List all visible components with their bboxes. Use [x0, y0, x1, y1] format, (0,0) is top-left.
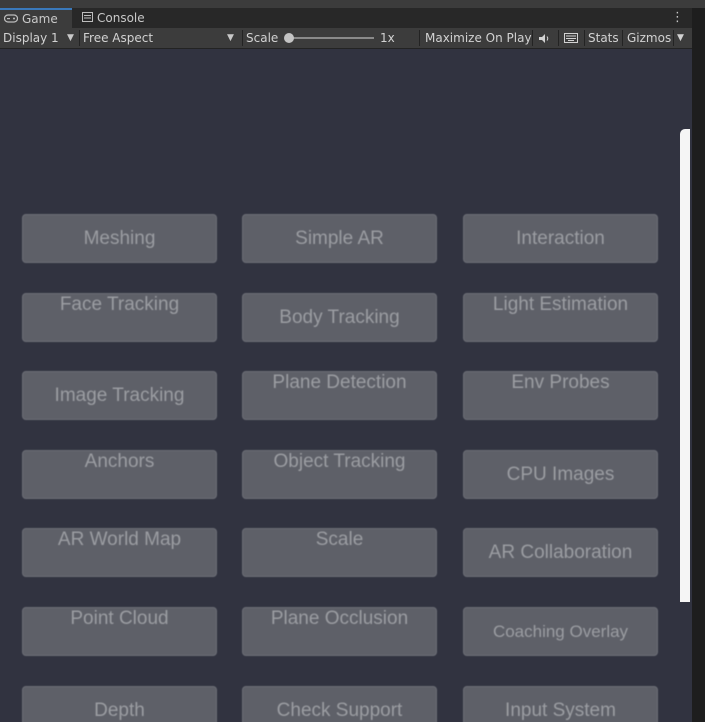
sample-button-image-tracking[interactable]: Image Tracking: [22, 371, 217, 420]
sample-button-check-support[interactable]: Check Support: [242, 686, 437, 722]
sample-button-label: Meshing: [83, 228, 156, 249]
sample-button-label: Depth: [94, 700, 145, 721]
sample-button-env-probes[interactable]: Env Probes: [463, 371, 658, 420]
sample-button-label: CPU Images: [506, 464, 615, 485]
chevron-down-icon: ▼: [227, 33, 234, 43]
sample-button-input-system[interactable]: Input System: [463, 686, 658, 722]
sample-button-object-tracking[interactable]: Object Tracking: [242, 450, 437, 499]
scale-label: Scale: [246, 31, 279, 45]
sample-button-label: Face Tracking: [59, 294, 180, 315]
sample-button-label: Plane Detection: [272, 372, 407, 393]
divider: [242, 30, 243, 46]
sample-button-point-cloud[interactable]: Point Cloud: [22, 607, 217, 656]
scale-slider-track[interactable]: [288, 37, 374, 39]
vertical-scrollbar[interactable]: [680, 129, 690, 602]
sample-button-label: Light Estimation: [492, 294, 629, 315]
gizmos-toggle[interactable]: Gizmos: [627, 28, 671, 48]
sample-button-label: AR Collaboration: [488, 542, 633, 563]
sample-button-light-estimation[interactable]: Light Estimation: [463, 293, 658, 342]
sample-button-label: Plane Occlusion: [270, 608, 409, 629]
keyboard-icon[interactable]: [564, 28, 580, 48]
tab-bar: Game Console ⋮: [0, 8, 692, 28]
sample-button-label: Body Tracking: [279, 307, 400, 328]
scale-value: 1x: [380, 31, 395, 45]
gizmos-dropdown-chevron-icon[interactable]: ▼: [677, 28, 684, 48]
divider: [622, 30, 623, 46]
sample-button-label: Env Probes: [511, 372, 610, 393]
game-viewport[interactable]: Meshing Simple AR Interaction Face Tracking…: [0, 49, 692, 722]
sample-button-anchors[interactable]: Anchors: [22, 450, 217, 499]
divider: [419, 30, 420, 46]
sample-button-face-tracking[interactable]: Face Tracking: [22, 293, 217, 342]
divider: [558, 30, 559, 46]
tab-console[interactable]: Console: [82, 8, 145, 28]
sample-button-scale[interactable]: Scale: [242, 528, 437, 577]
sample-button-label: Simple AR: [295, 228, 384, 249]
sample-button-ar-collaboration[interactable]: AR Collaboration: [463, 528, 658, 577]
sample-button-simple-ar[interactable]: Simple AR: [242, 214, 437, 263]
sample-button-interaction[interactable]: Interaction: [463, 214, 658, 263]
chevron-down-icon: ▼: [67, 33, 74, 43]
divider: [584, 30, 585, 46]
divider: [673, 30, 674, 46]
divider: [532, 30, 533, 46]
sample-button-label: Input System: [505, 700, 616, 721]
aspect-dropdown[interactable]: Free Aspect ▼: [83, 28, 241, 48]
sample-button-label: Scale: [315, 529, 364, 550]
display-dropdown-label: Display 1: [3, 31, 59, 45]
more-options-icon[interactable]: ⋮: [671, 10, 684, 25]
sample-button-label: Image Tracking: [54, 385, 185, 406]
sample-button-label: AR World Map: [57, 529, 182, 550]
window-right-edge: [692, 8, 705, 722]
scale-slider-thumb[interactable]: [284, 33, 294, 43]
sample-button-depth[interactable]: Depth: [22, 686, 217, 722]
display-dropdown[interactable]: Display 1 ▼: [3, 28, 77, 48]
sample-button-label: Anchors: [84, 451, 155, 472]
maximize-on-play-toggle[interactable]: Maximize On Play: [425, 28, 532, 48]
sample-button-label: Object Tracking: [273, 451, 406, 472]
tab-console-label: Console: [97, 11, 145, 25]
sample-button-cpu-images[interactable]: CPU Images: [463, 450, 658, 499]
sample-button-label: Check Support: [276, 700, 403, 721]
sample-button-label: Interaction: [516, 228, 605, 249]
divider: [79, 30, 80, 46]
sample-button-meshing[interactable]: Meshing: [22, 214, 217, 263]
tab-game-label: Game: [22, 12, 58, 26]
aspect-dropdown-label: Free Aspect: [83, 31, 154, 45]
sample-button-plane-detection[interactable]: Plane Detection: [242, 371, 437, 420]
tab-game[interactable]: Game: [0, 8, 72, 28]
sample-button-ar-world-map[interactable]: AR World Map: [22, 528, 217, 577]
stats-toggle[interactable]: Stats: [588, 28, 619, 48]
sample-button-coaching-overlay[interactable]: Coaching Overlay: [463, 607, 658, 656]
sample-button-plane-occlusion[interactable]: Plane Occlusion: [242, 607, 437, 656]
console-icon: [82, 11, 93, 25]
audio-mute-icon[interactable]: [538, 28, 554, 48]
sample-button-label: Point Cloud: [70, 608, 169, 629]
gamepad-icon: [3, 13, 19, 26]
sample-button-label: Coaching Overlay: [492, 622, 629, 641]
sample-button-body-tracking[interactable]: Body Tracking: [242, 293, 437, 342]
